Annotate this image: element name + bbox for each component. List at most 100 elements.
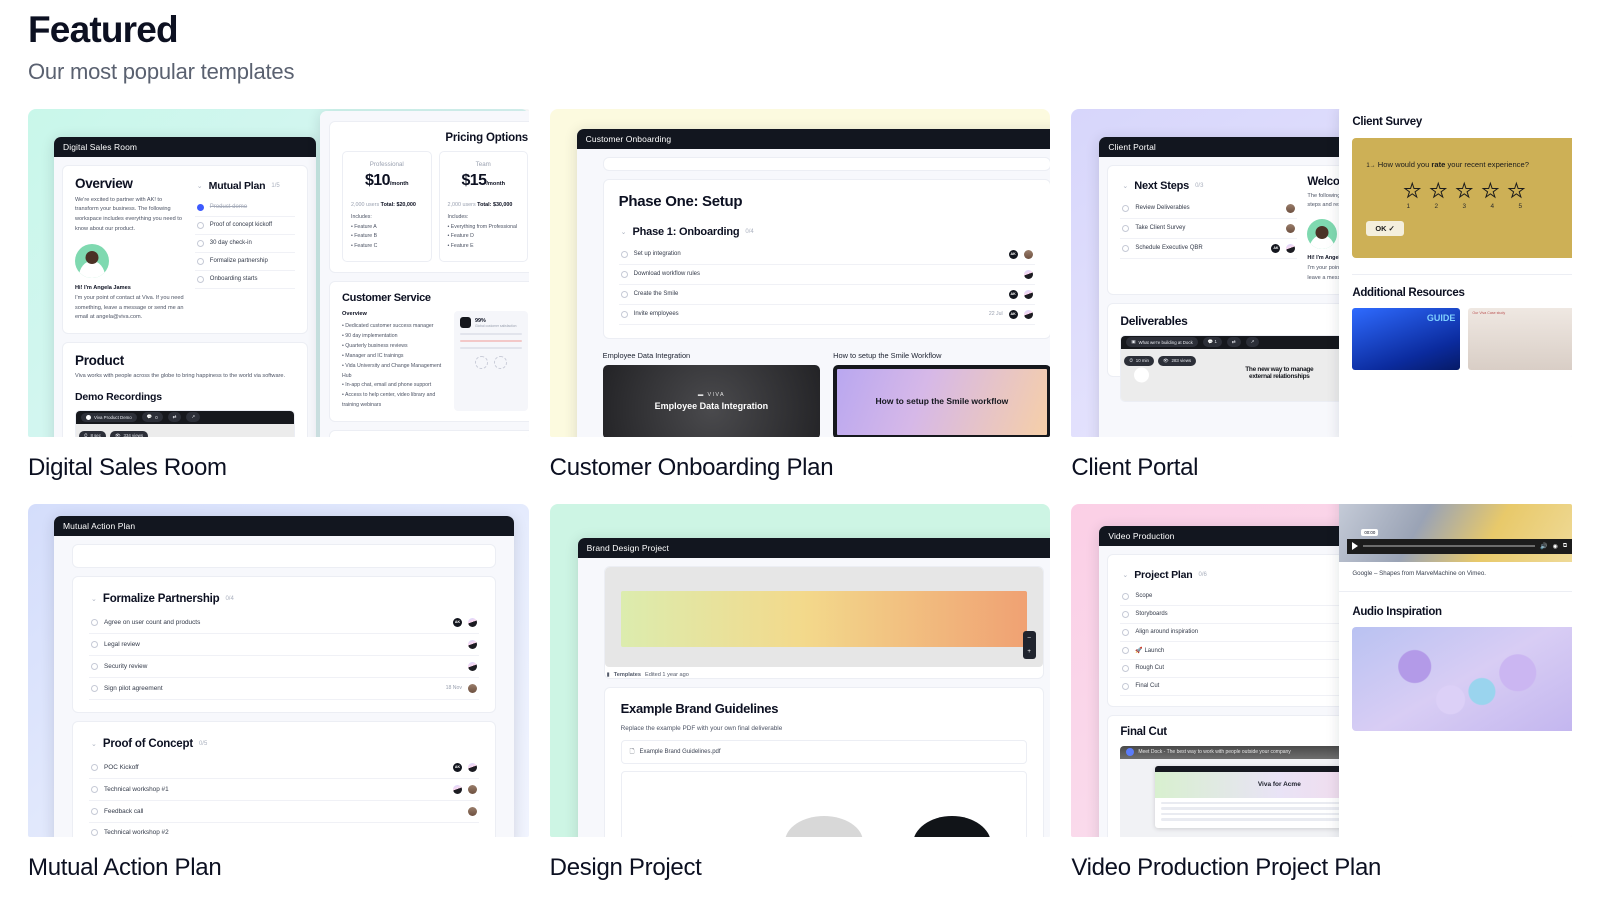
pdf-file-name: Example Brand Guidelines.pdf: [639, 748, 721, 755]
star-icon[interactable]: ★: [1481, 181, 1499, 201]
video-title: Meet Dock - The best way to work with pe…: [1138, 749, 1291, 756]
list-item[interactable]: Feedback call: [89, 801, 479, 823]
template-thumbnail[interactable]: Mutual Action Plan ⌄ Formalize Partnersh…: [28, 503, 529, 837]
checkbox-icon[interactable]: [91, 763, 98, 771]
checkbox-icon[interactable]: [91, 785, 98, 793]
mutual-plan-group[interactable]: ⌄ Mutual Plan 1/5: [195, 176, 295, 199]
checkbox-icon[interactable]: [91, 684, 98, 692]
list-item[interactable]: Product demo: [194, 199, 295, 217]
progress-bar[interactable]: [1363, 545, 1536, 548]
avatar: [1286, 243, 1296, 253]
share-icon[interactable]: ⇄: [1226, 337, 1241, 348]
list-item[interactable]: Take Client Survey: [1120, 219, 1298, 239]
checkbox-icon[interactable]: [620, 310, 628, 318]
star-icon[interactable]: ★: [1455, 181, 1473, 201]
pricing-option[interactable]: Professional $10/month 2,000 users Total…: [342, 150, 432, 263]
star-rating[interactable]: ★ ★ ★ ★ ★: [1366, 181, 1562, 201]
checkbox-icon[interactable]: [91, 807, 98, 815]
template-card-design-project[interactable]: Brand Design Project – + ▮ Templates Edi…: [549, 503, 1051, 904]
checkbox-icon[interactable]: [1122, 592, 1130, 600]
hd-icon[interactable]: ◉: [1553, 543, 1558, 550]
open-external-icon[interactable]: ↗: [1245, 337, 1260, 348]
list-item[interactable]: Security review: [89, 656, 479, 678]
checkbox-icon[interactable]: [1122, 628, 1130, 636]
pdf-attachment-row[interactable]: 🗋 Example Brand Guidelines.pdf: [620, 739, 1027, 764]
list-item[interactable]: Review Deliverables: [1120, 199, 1298, 219]
checkbox-icon[interactable]: [1122, 244, 1130, 252]
group-header[interactable]: ⌄ Formalize Partnership 0/4: [89, 589, 479, 612]
list-item[interactable]: Proof of concept kickoff: [194, 217, 295, 235]
open-external-icon[interactable]: ↗: [186, 412, 201, 423]
list-item[interactable]: Create the Smile AK: [618, 285, 1035, 305]
phase-group[interactable]: ⌄ Phase 1: Onboarding 0/4: [619, 222, 1035, 245]
play-icon[interactable]: [1352, 542, 1359, 551]
star-icon[interactable]: ★: [1429, 181, 1447, 201]
template-card-client-portal[interactable]: Client Portal ⌄ Next Steps 0/3 Review De…: [1071, 108, 1572, 504]
resource-thumbnail-case-study[interactable]: Our Viva Case study: [1468, 307, 1572, 370]
template-card-video-production-project-plan[interactable]: Video Production ⌄ Project Plan 0/6 Scop…: [1071, 503, 1572, 904]
zoom-out-button[interactable]: –: [1027, 635, 1030, 641]
template-thumbnail[interactable]: Customer Onboarding Phase One: Setup ⌄ P…: [549, 108, 1051, 437]
picture-in-picture-icon[interactable]: ⧉: [1563, 543, 1567, 550]
comment-count-chip[interactable]: 💬 0: [141, 412, 163, 423]
list-item[interactable]: Sign pilot agreement 18 Nov: [89, 678, 479, 700]
list-item[interactable]: 30 day check-in: [194, 235, 295, 253]
checkbox-icon[interactable]: [1122, 682, 1130, 690]
survey-widget[interactable]: 1→ How would you rate your recent experi…: [1352, 137, 1572, 258]
checkbox-icon[interactable]: [196, 257, 204, 265]
checkbox-icon[interactable]: [620, 270, 628, 278]
survey-ok-button[interactable]: OK ✓: [1366, 220, 1404, 236]
list-item[interactable]: Technical workshop #2: [89, 823, 479, 837]
list-item[interactable]: Set up integration AK: [618, 245, 1035, 265]
template-card-mutual-action-plan[interactable]: Mutual Action Plan ⌄ Formalize Partnersh…: [28, 503, 529, 904]
checkbox-icon[interactable]: [91, 662, 98, 670]
audio-artwork[interactable]: [1352, 626, 1572, 731]
template-thumbnail[interactable]: Video Production ⌄ Project Plan 0/6 Scop…: [1071, 503, 1572, 837]
video-thumbnail-employee-data[interactable]: ▬ VIVA Employee Data Integration: [602, 364, 821, 437]
checkbox-icon[interactable]: [1122, 646, 1130, 654]
list-item[interactable]: Onboarding starts: [194, 271, 295, 289]
play-button-icon[interactable]: [1134, 367, 1150, 383]
next-steps-group[interactable]: ⌄ Next Steps 0/3: [1120, 176, 1297, 199]
checkbox-icon[interactable]: [1122, 664, 1130, 672]
vimeo-player[interactable]: 00:00 🔊 ◉ ⧉ ⛶: [1339, 503, 1572, 562]
star-icon[interactable]: ★: [1507, 181, 1525, 201]
checkbox-icon[interactable]: [196, 275, 204, 283]
comment-icon[interactable]: 💬 1: [1202, 337, 1222, 348]
list-item[interactable]: Download workflow rules: [618, 265, 1035, 285]
checkbox-icon[interactable]: [196, 239, 204, 247]
checkbox-icon[interactable]: [196, 221, 204, 229]
checkbox-icon[interactable]: [1122, 610, 1130, 618]
template-card-customer-onboarding-plan[interactable]: Customer Onboarding Phase One: Setup ⌄ P…: [549, 108, 1051, 504]
list-item[interactable]: POC Kickoff AK: [89, 757, 479, 779]
share-icon[interactable]: ⇄: [167, 412, 182, 423]
checkbox-icon[interactable]: [620, 250, 628, 258]
template-card-digital-sales-room[interactable]: Digital Sales Room Overview We're excite…: [28, 108, 529, 504]
list-item[interactable]: Schedule Executive QBR AK: [1120, 239, 1298, 259]
star-icon[interactable]: ★: [1403, 181, 1421, 201]
checkbox-icon[interactable]: [1122, 224, 1130, 232]
zoom-controls[interactable]: – +: [1022, 630, 1036, 659]
list-item[interactable]: Formalize partnership: [194, 253, 295, 271]
list-item[interactable]: Legal review: [89, 634, 479, 656]
template-thumbnail[interactable]: Client Portal ⌄ Next Steps 0/3 Review De…: [1071, 108, 1572, 437]
design-canvas[interactable]: – +: [604, 566, 1043, 667]
list-item[interactable]: Technical workshop #1: [89, 779, 479, 801]
pricing-option[interactable]: Team $15/month 2,000 users Total: $30,00…: [438, 150, 528, 263]
checkbox-icon[interactable]: [91, 828, 98, 836]
group-header[interactable]: ⌄ Proof of Concept 0/5: [89, 734, 479, 757]
video-thumbnail-smile-workflow[interactable]: How to setup the Smile workflow: [833, 364, 1051, 437]
template-thumbnail[interactable]: Digital Sales Room Overview We're excite…: [28, 108, 529, 437]
vimeo-controls[interactable]: 🔊 ◉ ⧉ ⛶: [1347, 538, 1572, 554]
template-thumbnail[interactable]: Brand Design Project – + ▮ Templates Edi…: [549, 503, 1051, 837]
checkbox-icon[interactable]: [620, 290, 628, 298]
checkbox-icon[interactable]: [196, 203, 204, 211]
design-canvas-panel[interactable]: – + ▮ Templates Edited 1 year ago: [603, 565, 1044, 679]
list-item[interactable]: Agree on user count and products AK: [89, 612, 479, 634]
list-item[interactable]: Invite employees 22 Jul AK: [618, 305, 1035, 325]
checkbox-icon[interactable]: [91, 640, 98, 648]
checkbox-icon[interactable]: [91, 618, 98, 626]
checkbox-icon[interactable]: [1122, 204, 1130, 212]
volume-icon[interactable]: 🔊: [1540, 543, 1547, 550]
zoom-in-button[interactable]: +: [1027, 649, 1031, 655]
